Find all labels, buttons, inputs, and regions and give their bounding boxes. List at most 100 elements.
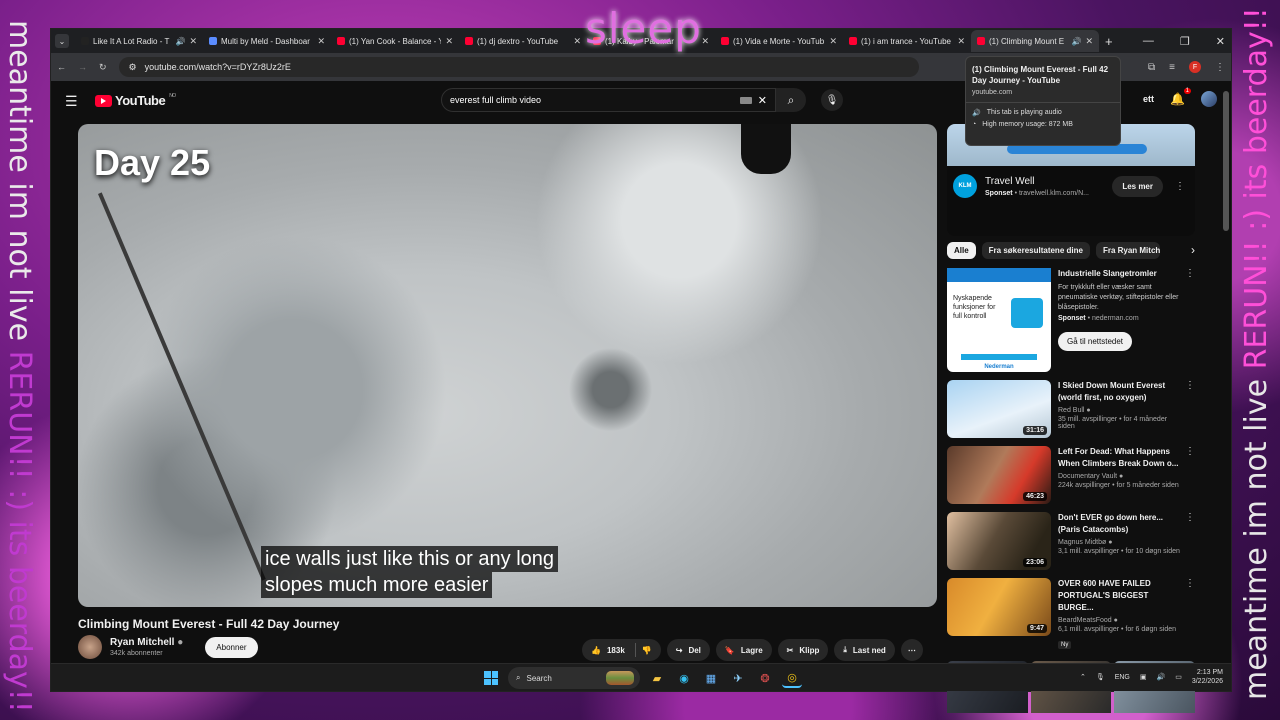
start-button[interactable]	[481, 668, 501, 688]
file-explorer-icon[interactable]: ▰	[647, 668, 667, 688]
tab-favicon-icon	[849, 37, 857, 45]
account-avatar[interactable]	[1201, 91, 1217, 107]
thumbs-down-icon[interactable]: 👎	[642, 646, 652, 655]
item-menu-icon[interactable]: ⋮	[1185, 578, 1195, 589]
chip-all[interactable]: Alle	[947, 241, 976, 259]
chip-from-search[interactable]: Fra søkeresultatene dine	[981, 241, 1090, 259]
close-tab-icon[interactable]: ✕	[317, 36, 325, 47]
new-tab-button[interactable]: +	[1105, 34, 1113, 49]
clock[interactable]: 2:13 PM 3/22/2026	[1192, 668, 1223, 686]
overlay-text-left: meantime im not live RERUN!! :) its beer…	[2, 20, 37, 713]
address-bar[interactable]: ⚙ youtube.com/watch?v=rDYZr8Uz2rE	[118, 57, 919, 77]
tab-1[interactable]: Multi by Meld - Dashboar ✕	[203, 30, 331, 52]
video-item[interactable]: 46:23 Left For Dead: What Happens When Cl…	[947, 446, 1195, 504]
tab-6[interactable]: (1) i am trance - YouTube ✕	[843, 30, 971, 52]
app-icon[interactable]: ✈	[728, 668, 748, 688]
reading-list-icon[interactable]: ≡	[1169, 62, 1175, 73]
more-actions-button[interactable]: ⋯	[900, 639, 923, 661]
app-icon-2[interactable]: ❂	[755, 668, 775, 688]
sponsored-item[interactable]: Nyskapende funksjoner for full kontroll …	[947, 268, 1195, 372]
create-button[interactable]: ett	[1143, 94, 1154, 104]
chrome-icon[interactable]: ◎	[782, 668, 802, 688]
extensions-area: ⧉ ≡ F ⋮	[1148, 61, 1225, 73]
close-tab-icon[interactable]: ✕	[189, 36, 197, 47]
share-button[interactable]: ↪ Del	[666, 639, 710, 661]
visit-site-button[interactable]: Gå til nettstedet	[1058, 332, 1133, 351]
video-item[interactable]: 23:06 Don't EVER go down here... (Paris C…	[947, 512, 1195, 570]
notification-badge: 1	[1183, 88, 1191, 94]
like-button[interactable]: 👍 183k 👎	[582, 639, 661, 661]
ad2-description: For trykkluft eller væsker samt pneumati…	[1058, 284, 1179, 311]
battery-icon[interactable]: ▭	[1175, 673, 1182, 681]
speaker-icon[interactable]: 🔊	[1071, 37, 1081, 46]
clear-search-icon[interactable]: ✕	[758, 94, 767, 107]
verified-icon: ●	[1113, 617, 1118, 624]
tab-7[interactable]: (1) Climbing Mount E 🔊 ✕	[971, 30, 1099, 52]
tab-2[interactable]: (1) Yan Cook - Balance - Y ✕	[331, 30, 459, 52]
forward-icon[interactable]: →	[78, 62, 87, 72]
channel-name[interactable]: Ryan Mitchell ●	[110, 637, 183, 648]
close-tab-icon[interactable]: ✕	[445, 36, 453, 47]
item-menu-icon[interactable]: ⋮	[1185, 268, 1195, 279]
chevron-up-icon[interactable]: ⌃	[1080, 673, 1086, 681]
search-input[interactable]: everest full climb video ✕	[441, 88, 776, 112]
chevron-right-icon[interactable]: ›	[1191, 243, 1195, 257]
store-icon[interactable]: ▦	[701, 668, 721, 688]
chip-from-channel[interactable]: Fra Ryan Mitch	[1095, 241, 1160, 259]
video-item[interactable]: 31:16 I Skied Down Mount Everest (world f…	[947, 380, 1195, 438]
duration-badge: 46:23	[1023, 492, 1047, 501]
maximize-icon[interactable]: ❐	[1180, 35, 1190, 48]
close-tab-icon[interactable]: ✕	[829, 36, 837, 47]
video-item-views: 224k avspillinger • for 5 måneder siden	[1058, 482, 1179, 489]
microphone-tray-icon[interactable]: 🎙	[1096, 673, 1105, 681]
item-menu-icon[interactable]: ⋮	[1185, 512, 1195, 523]
tab-0[interactable]: Like It A Lot Radio - T 🔊 ✕	[75, 30, 203, 52]
notifications-button[interactable]: 🔔 1	[1170, 88, 1191, 106]
profile-icon[interactable]: F	[1189, 61, 1201, 73]
youtube-logo[interactable]: YouTube NO	[95, 93, 176, 108]
taskbar-search[interactable]: ⌕ Search	[508, 667, 640, 689]
browser-menu-icon[interactable]: ⋮	[1215, 62, 1225, 73]
network-icon[interactable]: ▣	[1140, 673, 1147, 681]
subscriber-count: 342k abonnenter	[110, 650, 163, 657]
subscribe-button[interactable]: Abonner	[205, 636, 258, 658]
duration-badge: 9:47	[1026, 624, 1047, 633]
tab-favicon-icon	[977, 37, 985, 45]
download-button[interactable]: ⤓ Last ned	[834, 639, 895, 661]
reload-icon[interactable]: ↻	[99, 62, 107, 73]
channel-avatar[interactable]	[78, 635, 102, 659]
close-tab-icon[interactable]: ✕	[701, 36, 709, 47]
close-tab-icon[interactable]: ✕	[573, 36, 581, 47]
hamburger-menu-icon[interactable]: ☰	[65, 93, 78, 110]
voice-search-button[interactable]: 🎙	[821, 89, 843, 111]
ad-menu-icon[interactable]: ⋮	[1171, 181, 1189, 192]
ad-learn-more-button[interactable]: Les mer	[1112, 175, 1163, 197]
item-menu-icon[interactable]: ⋮	[1185, 446, 1195, 457]
video-thumbnail: 23:06	[947, 512, 1051, 570]
scrollbar[interactable]	[1223, 91, 1229, 231]
back-icon[interactable]: ←	[57, 62, 66, 72]
close-tab-icon[interactable]: ✕	[1085, 36, 1093, 47]
site-info-icon[interactable]: ⚙	[129, 62, 137, 73]
extensions-icon[interactable]: ⧉	[1148, 62, 1155, 73]
keyboard-icon[interactable]	[739, 96, 752, 104]
video-item[interactable]: 9:47 OVER 600 HAVE FAILED PORTUGAL'S BIGG…	[947, 578, 1195, 651]
volume-icon[interactable]: 🔊	[1157, 673, 1166, 681]
speaker-icon[interactable]: 🔊	[175, 37, 185, 46]
edge-icon[interactable]: ◉	[674, 668, 694, 688]
system-tray: ⌃ 🎙 ENG ▣ 🔊 ▭ 2:13 PM 3/22/2026	[1080, 668, 1223, 686]
save-button[interactable]: 🔖 Lagre	[715, 639, 772, 661]
tab-search-button[interactable]: ⌄	[55, 34, 69, 48]
tab-3[interactable]: (1) dj dextro - YouTube ✕	[459, 30, 587, 52]
tab-favicon-icon	[209, 37, 217, 45]
caption-line: ice walls just like this or any long	[261, 546, 559, 572]
close-tab-icon[interactable]: ✕	[957, 36, 965, 47]
video-player[interactable]: Day 25 ice walls just like this or any l…	[78, 124, 937, 607]
item-menu-icon[interactable]: ⋮	[1185, 380, 1195, 391]
clip-button[interactable]: ✂ Klipp	[777, 639, 829, 661]
search-button[interactable]: ⌕	[776, 88, 806, 112]
tab-5[interactable]: (1) Vida e Morte - YouTub ✕	[715, 30, 843, 52]
close-window-icon[interactable]: ✕	[1216, 35, 1225, 48]
minimize-icon[interactable]: —	[1143, 35, 1154, 47]
language-indicator[interactable]: ENG	[1115, 674, 1130, 681]
